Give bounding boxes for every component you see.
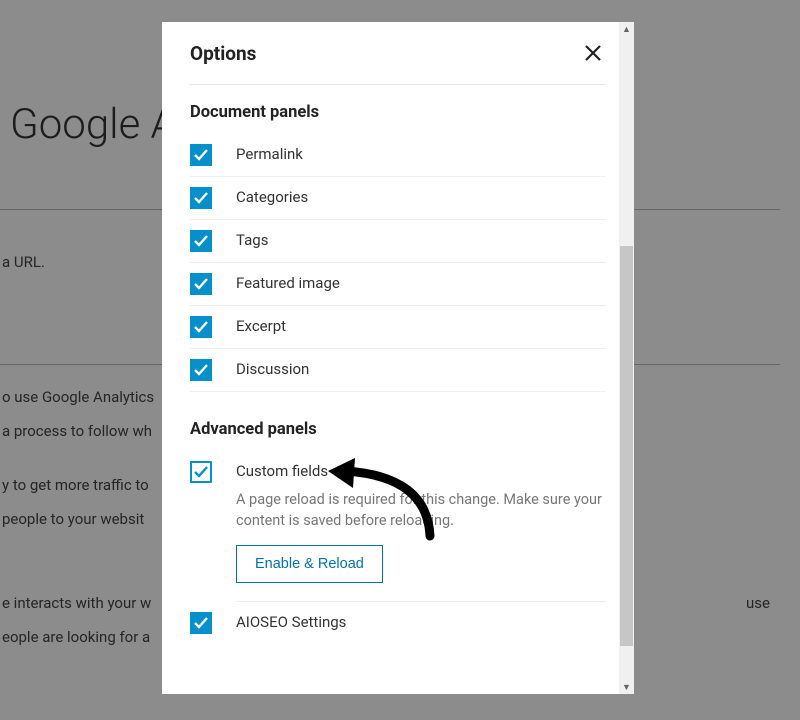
modal-title: Options — [190, 42, 256, 65]
scrollbar[interactable]: ▲ ▼ — [619, 22, 634, 694]
option-custom-fields[interactable]: Custom fields — [190, 451, 606, 483]
check-icon — [192, 275, 210, 293]
option-categories[interactable]: Categories — [190, 177, 606, 220]
checkbox-tags[interactable] — [190, 230, 212, 252]
check-icon — [192, 361, 210, 379]
option-excerpt[interactable]: Excerpt — [190, 306, 606, 349]
check-icon — [192, 232, 210, 250]
checkbox-featured-image[interactable] — [190, 273, 212, 295]
option-label: Categories — [236, 187, 308, 206]
checkbox-categories[interactable] — [190, 187, 212, 209]
scroll-down-icon[interactable]: ▼ — [619, 680, 634, 694]
custom-fields-hint: A page reload is required for this chang… — [236, 489, 606, 531]
check-icon — [192, 614, 210, 632]
check-icon — [192, 318, 210, 336]
checkbox-custom-fields[interactable] — [190, 461, 212, 483]
checkbox-permalink[interactable] — [190, 144, 212, 166]
options-modal: Options Document panels Permalink — [162, 22, 634, 694]
checkbox-discussion[interactable] — [190, 359, 212, 381]
option-label: Featured image — [236, 273, 340, 292]
scrollbar-thumb[interactable] — [620, 246, 633, 646]
close-icon — [582, 42, 604, 64]
option-tags[interactable]: Tags — [190, 220, 606, 263]
option-featured-image[interactable]: Featured image — [190, 263, 606, 306]
option-label: Permalink — [236, 144, 303, 163]
option-label: Custom fields — [236, 461, 328, 480]
option-aioseo-settings[interactable]: AIOSEO Settings — [190, 602, 606, 644]
section-title-advanced-panels: Advanced panels — [190, 420, 606, 439]
option-permalink[interactable]: Permalink — [190, 134, 606, 177]
option-label: Tags — [236, 230, 268, 249]
check-icon — [192, 463, 210, 481]
option-discussion[interactable]: Discussion — [190, 349, 606, 392]
scrollbar-track[interactable] — [619, 36, 634, 680]
checkbox-excerpt[interactable] — [190, 316, 212, 338]
check-icon — [192, 189, 210, 207]
option-label: Excerpt — [236, 316, 286, 335]
close-button[interactable] — [580, 40, 606, 66]
checkbox-aioseo-settings[interactable] — [190, 612, 212, 634]
option-label: Discussion — [236, 359, 309, 378]
scroll-up-icon[interactable]: ▲ — [619, 22, 634, 36]
check-icon — [192, 146, 210, 164]
option-label: AIOSEO Settings — [236, 612, 346, 631]
enable-reload-button[interactable]: Enable & Reload — [236, 545, 383, 583]
section-title-document-panels: Document panels — [190, 103, 606, 122]
